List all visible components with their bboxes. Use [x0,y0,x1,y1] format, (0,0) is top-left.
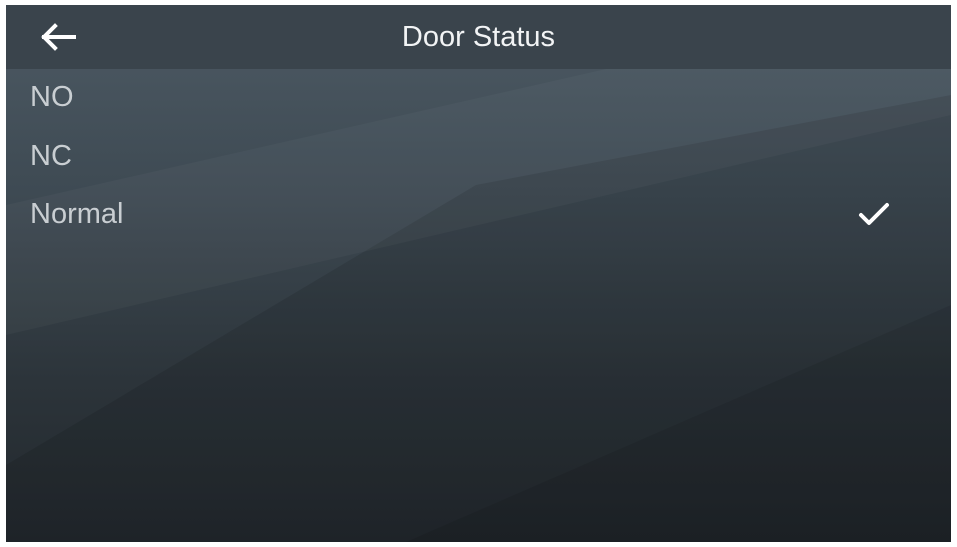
page-title: Door Status [401,21,556,53]
option-normal[interactable]: Normal [6,185,951,243]
door-status-options: NO NC Normal [6,69,951,243]
option-no[interactable]: NO [6,69,951,127]
option-nc[interactable]: NC [6,127,951,185]
option-label: NC [30,140,72,172]
checkmark-icon [859,203,889,225]
header-bar: Door Status [6,5,951,69]
door-status-screen: Door Status NO NC Normal [6,5,951,542]
back-button[interactable] [34,17,82,57]
option-label: NO [30,81,74,113]
arrow-left-icon [41,23,76,51]
option-label: Normal [30,198,124,230]
